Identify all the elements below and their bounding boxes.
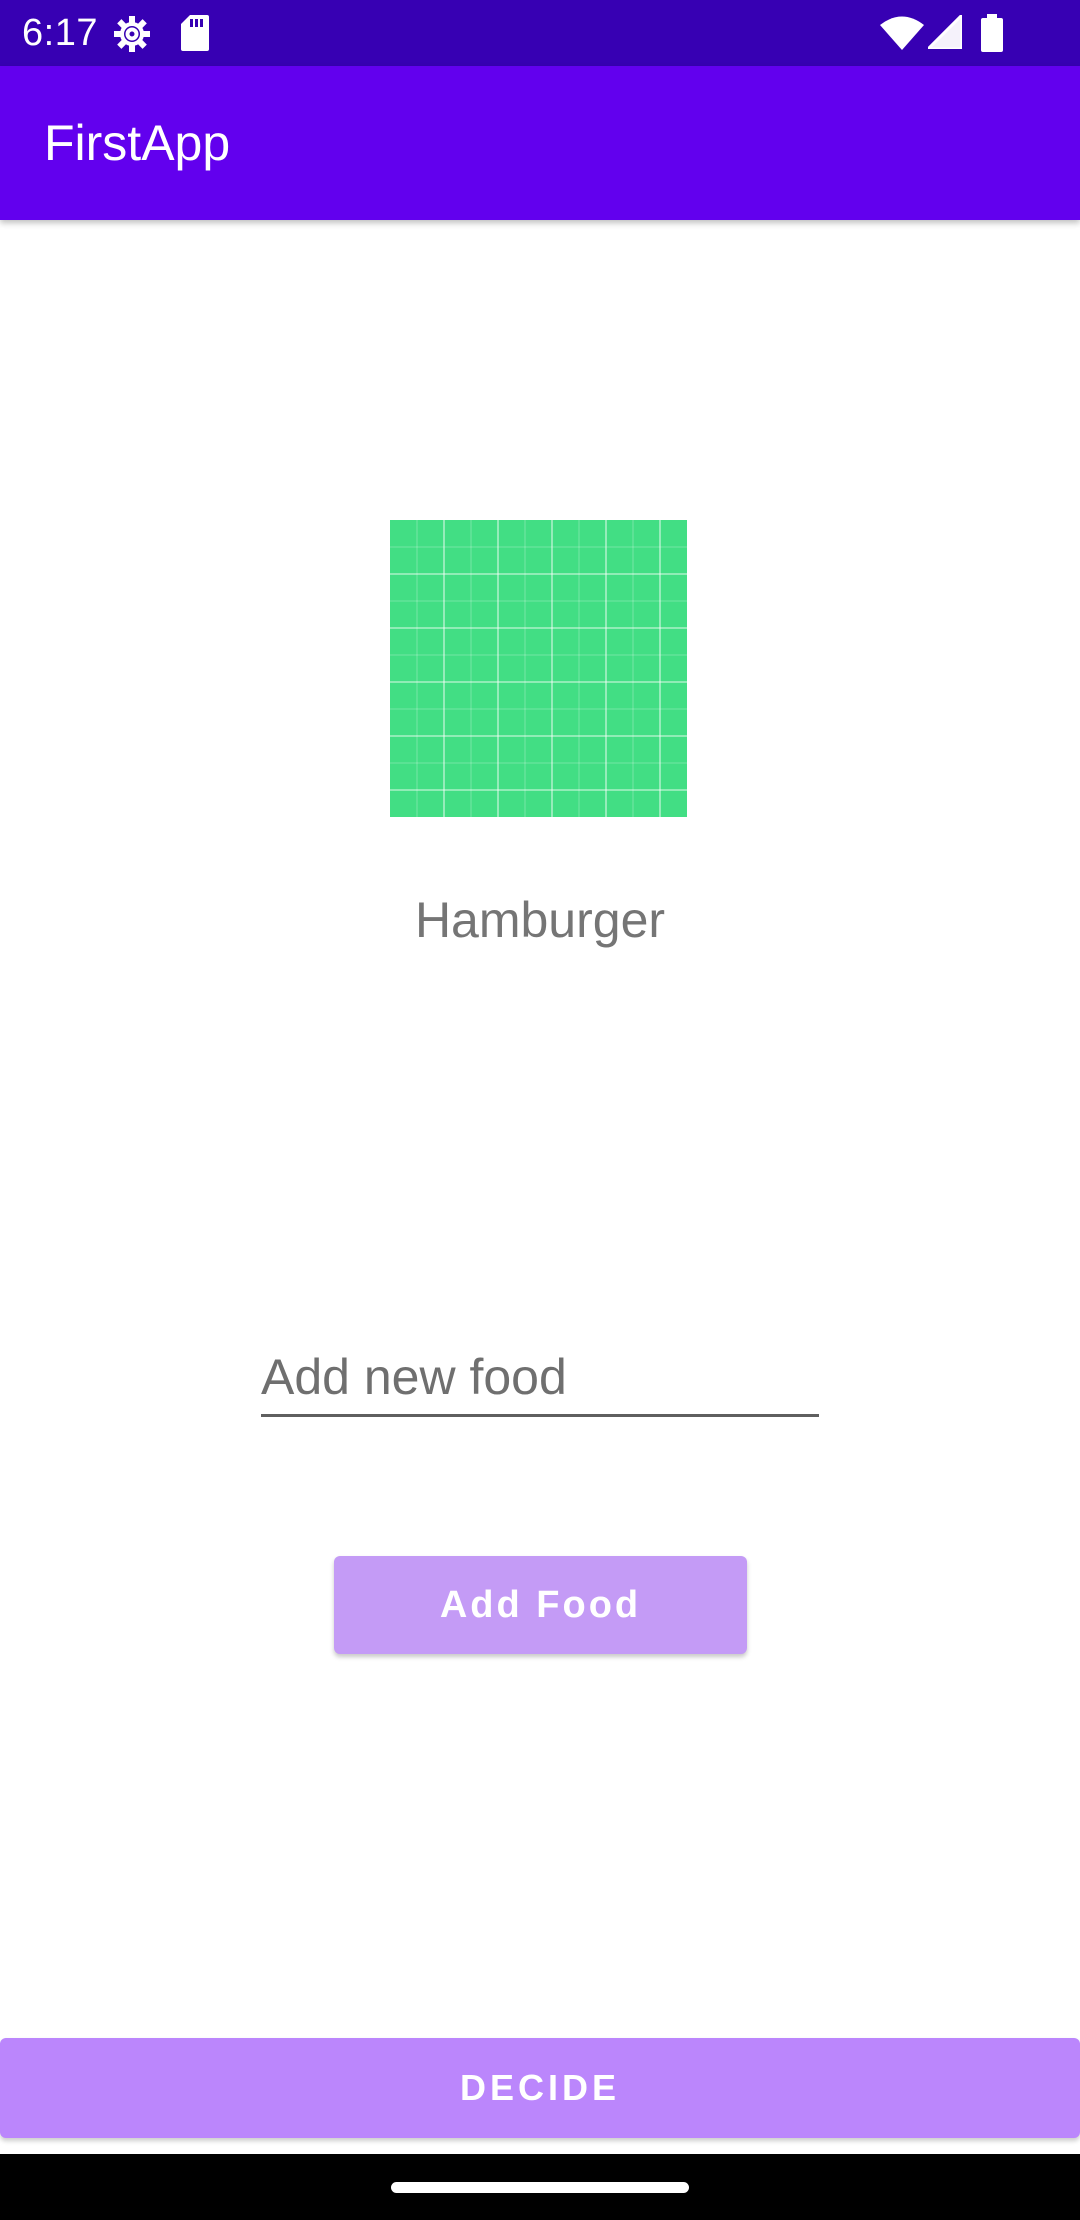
app-title: FirstApp: [44, 115, 231, 171]
status-bar: 6:17: [0, 0, 1080, 66]
food-image: [390, 520, 687, 817]
home-gesture-handle[interactable]: [391, 2182, 689, 2193]
app-bar: FirstApp: [0, 66, 1080, 220]
decide-button[interactable]: DECIDE: [0, 2038, 1080, 2138]
wifi-icon: [880, 16, 924, 50]
sd-card-icon: [181, 15, 209, 51]
add-food-button[interactable]: Add Food: [334, 1556, 747, 1654]
food-name: Hamburger: [414, 892, 666, 948]
navigation-bar: [0, 2154, 1080, 2220]
new-food-input[interactable]: [261, 1345, 819, 1417]
signal-icon: [928, 15, 962, 49]
settings-gear-icon: [112, 14, 152, 54]
status-time: 6:17: [22, 12, 98, 54]
battery-icon: [981, 14, 1003, 52]
